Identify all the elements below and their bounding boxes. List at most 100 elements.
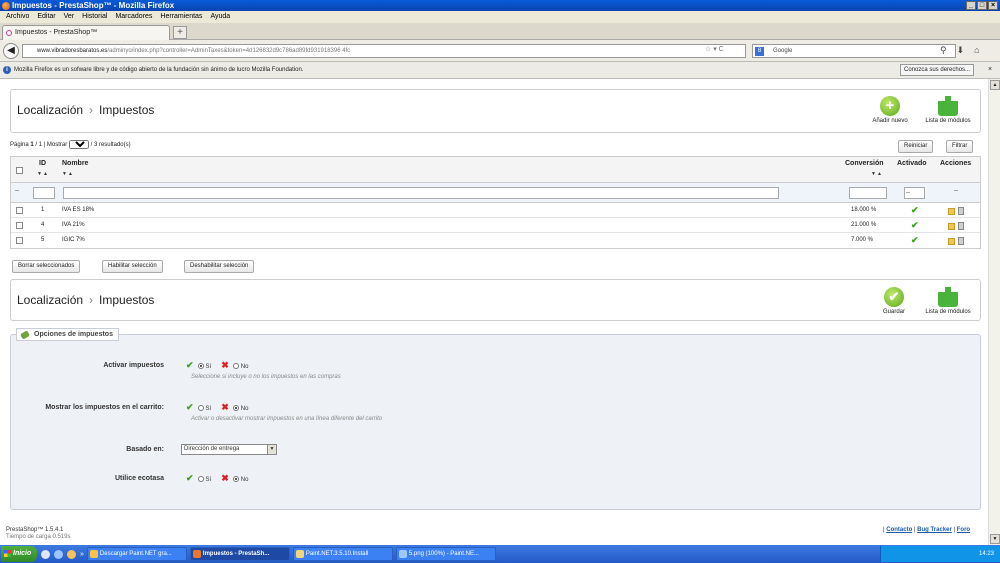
enable-selection-button[interactable]: Habilitar selección xyxy=(102,260,163,273)
home-icon[interactable]: ⌂ xyxy=(974,45,979,56)
delete-icon[interactable] xyxy=(958,207,964,215)
menu-archivo[interactable]: Archivo xyxy=(6,11,29,23)
footer-sep: | xyxy=(883,527,885,533)
scroll-down-icon[interactable]: ▼ xyxy=(990,534,1000,544)
breadcrumb-section[interactable]: Localización xyxy=(17,103,83,117)
active-check-icon[interactable]: ✔ xyxy=(911,233,919,248)
row-checkbox[interactable] xyxy=(16,207,23,214)
reset-button[interactable]: Reiniciar xyxy=(898,140,934,153)
task-label: 5.png (100%) - Paint.NE... xyxy=(408,551,479,557)
delete-icon[interactable] xyxy=(958,222,964,230)
modules-list-button[interactable]: Lista de módulos xyxy=(919,96,977,124)
row-name: IGIC 7% xyxy=(62,237,85,243)
enable-taxes-no-radio[interactable] xyxy=(232,363,239,369)
show-cart-yes-radio[interactable] xyxy=(197,405,204,411)
table-header: ID ▼▲ Nombre ▼▲ Conversión ▼▲ Activado A… xyxy=(11,157,980,183)
url-icons[interactable]: ☆ ▾ C xyxy=(705,45,724,53)
filter-button[interactable]: Filtrar xyxy=(946,140,974,153)
conversion-sort-icon[interactable]: ▼▲ xyxy=(871,171,883,177)
table-row[interactable]: 4 IVA 21% 21.000 % ✔ xyxy=(11,218,980,233)
ecotax-no-radio[interactable] xyxy=(232,476,239,482)
pagination-prefix: Página xyxy=(10,142,29,148)
search-bar[interactable]: 8 Google xyxy=(752,44,956,58)
system-tray: 14:23 xyxy=(880,546,1000,562)
downloads-icon[interactable]: ⬇ xyxy=(957,45,965,56)
id-filter-input[interactable] xyxy=(33,187,55,199)
add-new-button[interactable]: + Añadir nuevo xyxy=(867,96,913,124)
quicklaunch-chrome-icon[interactable] xyxy=(67,549,76,559)
quicklaunch-overflow[interactable]: » xyxy=(80,551,84,558)
menu-herramientas[interactable]: Herramientas xyxy=(160,11,202,23)
quicklaunch-app-icon[interactable] xyxy=(54,549,63,559)
task-label: Descargar Paint.NET gra... xyxy=(99,551,172,557)
table-row[interactable]: 1 IVA ES 18% 18.000 % ✔ xyxy=(11,203,980,218)
conversion-filter-input[interactable] xyxy=(849,187,887,199)
id-sort-icon[interactable]: ▼▲ xyxy=(37,171,49,177)
active-check-icon[interactable]: ✔ xyxy=(911,203,919,218)
delete-icon[interactable] xyxy=(958,237,964,245)
info-close-icon[interactable]: × xyxy=(988,65,992,75)
active-check-icon[interactable]: ✔ xyxy=(911,218,919,233)
bug-tracker-link[interactable]: Bug Tracker xyxy=(917,527,952,533)
enable-taxes-yes-radio[interactable] xyxy=(197,363,204,369)
search-engine-icon[interactable]: 8 xyxy=(755,47,764,56)
page-scrollbar[interactable]: ▲ ▼ xyxy=(988,79,1000,545)
start-button[interactable]: Inicio xyxy=(1,546,37,562)
task-descargar[interactable]: Descargar Paint.NET gra... xyxy=(86,547,187,561)
per-page-select[interactable]: 50 xyxy=(68,140,89,149)
disable-selection-button[interactable]: Deshabilitar selección xyxy=(184,260,255,273)
name-filter-input[interactable] xyxy=(63,187,779,199)
back-button[interactable]: ◀ xyxy=(3,43,19,59)
active-filter-select[interactable]: -- xyxy=(904,187,925,199)
url-bar[interactable]: www.vibradoresbaratos.es/adminyo/index.p… xyxy=(22,44,746,58)
filter-dash: -- xyxy=(15,188,19,194)
ecotax-yes-radio[interactable] xyxy=(197,476,204,482)
no-label: No xyxy=(240,364,249,370)
clock[interactable]: 14:23 xyxy=(979,551,994,557)
menu-marcadores[interactable]: Marcadores xyxy=(115,11,152,23)
table-row[interactable]: 5 IGIC 7% 7.000 % ✔ xyxy=(11,233,980,248)
breadcrumb-section-2[interactable]: Localización xyxy=(17,293,83,307)
header-active: Activado xyxy=(897,160,927,167)
delete-selected-button[interactable]: Borrar seleccionados xyxy=(12,260,81,273)
row-checkbox[interactable] xyxy=(16,237,23,244)
close-window-button[interactable]: × xyxy=(988,1,998,10)
add-new-label: Añadir nuevo xyxy=(872,118,908,124)
quicklaunch-ie-icon[interactable] xyxy=(41,549,50,559)
windows-taskbar: Inicio » Descargar Paint.NET gra... Impu… xyxy=(0,545,1000,563)
know-rights-button[interactable]: Conozca sus derechos... xyxy=(900,64,975,76)
task-prestashop[interactable]: Impuestos - PrestaSh... xyxy=(189,547,290,561)
edit-icon[interactable] xyxy=(948,223,955,230)
save-button[interactable]: ✔ Guardar xyxy=(873,287,915,315)
browser-tab[interactable]: Impuestos - PrestaShop™ xyxy=(2,25,170,40)
based-on-select[interactable]: Dirección de entrega ▼ xyxy=(181,444,277,455)
options-page-title: Localización › Impuestos xyxy=(17,293,154,307)
menu-historial[interactable]: Historial xyxy=(82,11,107,23)
based-on-field: Dirección de entrega ▼ xyxy=(181,444,277,455)
search-placeholder: Google xyxy=(773,48,793,54)
show-cart-no-radio[interactable] xyxy=(232,405,239,411)
minimize-button[interactable]: _ xyxy=(966,1,976,10)
forum-link[interactable]: Foro xyxy=(957,527,970,533)
filter-row: -- -- -- xyxy=(11,183,980,203)
select-all-checkbox[interactable] xyxy=(16,167,23,174)
modules-list-button-2[interactable]: Lista de módulos xyxy=(919,287,977,315)
yes-label: Sí xyxy=(205,406,212,412)
options-toolbar-panel: Localización › Impuestos ✔ Guardar Lista d… xyxy=(10,279,981,321)
maximize-button[interactable]: □ xyxy=(977,1,987,10)
edit-icon[interactable] xyxy=(948,208,955,215)
menu-editar[interactable]: Editar xyxy=(37,11,55,23)
search-go-icon[interactable]: ⚲ xyxy=(940,45,947,56)
edit-icon[interactable] xyxy=(948,238,955,245)
tab-bar: Impuestos - PrestaShop™ + xyxy=(0,23,1000,40)
menu-ayuda[interactable]: Ayuda xyxy=(210,11,230,23)
task-paint[interactable]: 5.png (100%) - Paint.NE... xyxy=(395,547,496,561)
scroll-up-icon[interactable]: ▲ xyxy=(990,80,1000,90)
contact-link[interactable]: Contacto xyxy=(886,527,912,533)
chrome-icon xyxy=(89,550,98,558)
task-paint-install[interactable]: Paint.NET.3.5.10.Install xyxy=(292,547,393,561)
name-sort-icon[interactable]: ▼▲ xyxy=(62,171,74,177)
menu-ver[interactable]: Ver xyxy=(64,11,75,23)
new-tab-button[interactable]: + xyxy=(173,26,187,39)
row-checkbox[interactable] xyxy=(16,222,23,229)
